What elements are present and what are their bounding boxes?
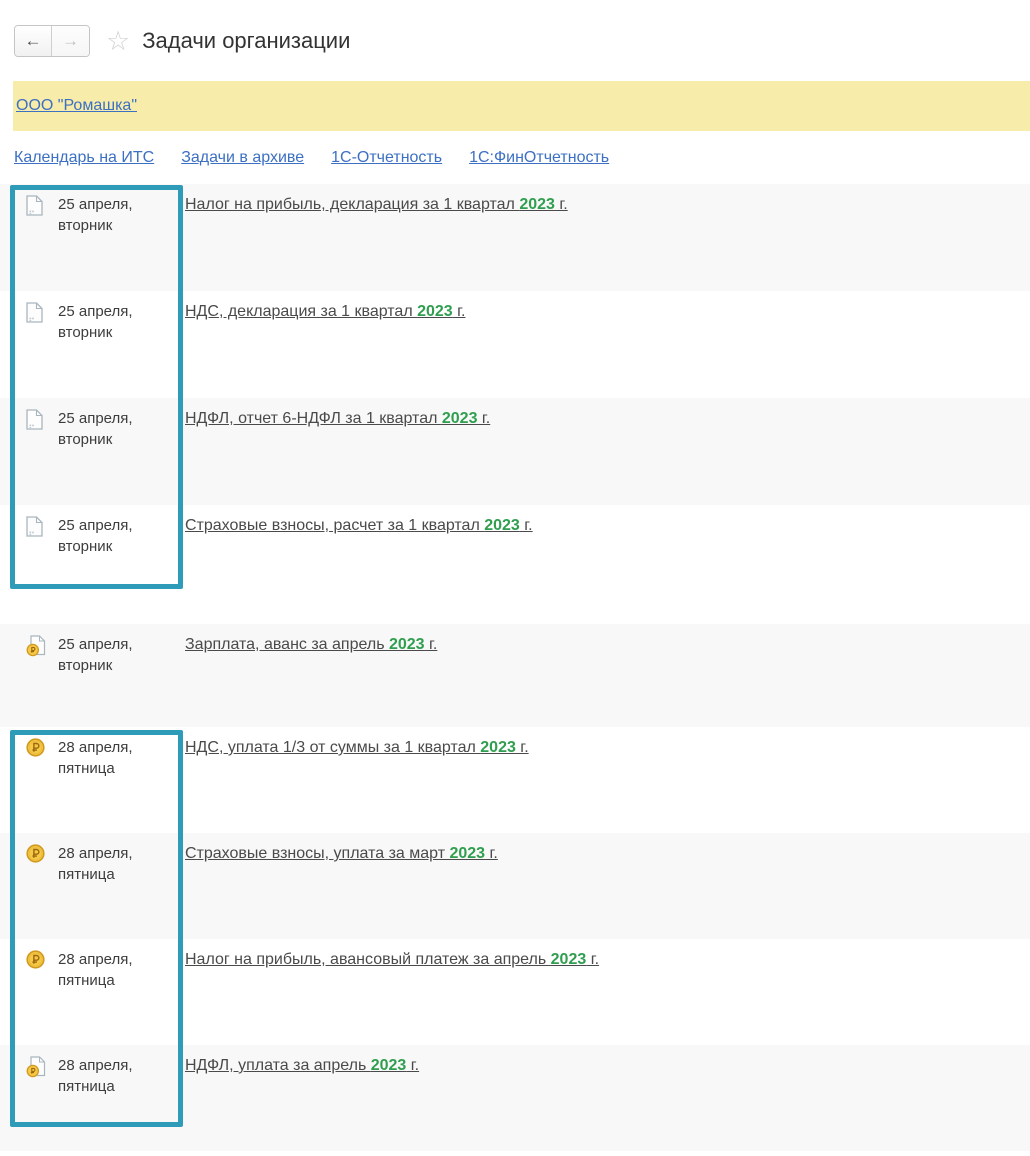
task-row: 25 апреля,вторник Налог на прибыль, декл… [0, 184, 1030, 291]
task-link[interactable]: НДФЛ, уплата за апрель 2023 г. [185, 1055, 419, 1076]
task-year: 2023 [389, 636, 425, 653]
task-row: 28 апреля,пятница НДФЛ, уплата за апрель… [0, 1045, 1030, 1151]
task-year: 2023 [484, 517, 520, 534]
task-year: 2023 [519, 196, 555, 213]
task-link[interactable]: НДС, декларация за 1 квартал 2023 г. [185, 301, 465, 322]
group-separator [0, 612, 1030, 624]
ruble-coin-icon [26, 950, 46, 974]
task-link[interactable]: НДФЛ, отчет 6-НДФЛ за 1 квартал 2023 г. [185, 408, 490, 429]
task-date: 25 апреля,вторник [58, 301, 144, 343]
task-link[interactable]: Страховые взносы, расчет за 1 квартал 20… [185, 515, 533, 536]
link-archived-tasks[interactable]: Задачи в архиве [181, 149, 304, 167]
task-row: 28 апреля,пятница НДС, уплата 1/3 от сум… [0, 727, 1030, 833]
task-date: 28 апреля,пятница [58, 843, 144, 885]
document-ruble-icon [26, 635, 46, 662]
link-calendar-its[interactable]: Календарь на ИТС [14, 149, 154, 167]
report-document-icon [26, 516, 46, 542]
task-row: 28 апреля,пятница Налог на прибыль, аван… [0, 939, 1030, 1045]
task-date: 28 апреля,пятница [58, 1055, 144, 1097]
task-date: 28 апреля,пятница [58, 949, 144, 991]
task-year: 2023 [480, 739, 516, 756]
history-nav-group: ← → [14, 25, 90, 57]
task-row: 25 апреля,вторник Страховые взносы, расч… [0, 505, 1030, 612]
report-document-icon [26, 302, 46, 328]
task-date: 28 апреля,пятница [58, 737, 144, 779]
organization-link[interactable]: ООО "Ромашка" [16, 97, 137, 115]
task-row: 25 апреля,вторник НДФЛ, отчет 6-НДФЛ за … [0, 398, 1030, 505]
page-title: Задачи организации [142, 28, 350, 54]
report-document-icon [26, 195, 46, 221]
task-year: 2023 [551, 951, 587, 968]
task-link[interactable]: Страховые взносы, уплата за март 2023 г. [185, 843, 498, 864]
task-list: 25 апреля,вторник Налог на прибыль, декл… [0, 184, 1030, 1151]
service-links-row: Календарь на ИТС Задачи в архиве 1С-Отче… [0, 131, 1030, 184]
task-row: 25 апреля,вторник НДС, декларация за 1 к… [0, 291, 1030, 398]
task-year: 2023 [371, 1057, 407, 1074]
task-link[interactable]: НДС, уплата 1/3 от суммы за 1 квартал 20… [185, 737, 529, 758]
back-button[interactable]: ← [15, 26, 52, 56]
task-link[interactable]: Налог на прибыль, авансовый платеж за ап… [185, 949, 599, 970]
favorite-star-icon[interactable]: ☆ [106, 28, 130, 55]
task-link[interactable]: Зарплата, аванс за апрель 2023 г. [185, 634, 437, 655]
task-year: 2023 [417, 303, 453, 320]
task-year: 2023 [449, 845, 485, 862]
task-date: 25 апреля,вторник [58, 515, 144, 557]
task-date: 25 апреля,вторник [58, 408, 144, 450]
task-row: 25 апреля,вторник Зарплата, аванс за апр… [0, 624, 1030, 727]
document-ruble-icon [26, 1056, 46, 1083]
report-document-icon [26, 409, 46, 435]
ruble-coin-icon [26, 738, 46, 762]
ruble-coin-icon [26, 844, 46, 868]
window-header: ← → ☆ Задачи организации [0, 0, 1030, 65]
task-row: 28 апреля,пятница Страховые взносы, упла… [0, 833, 1030, 939]
task-link[interactable]: Налог на прибыль, декларация за 1 кварта… [185, 194, 568, 215]
task-date: 25 апреля,вторник [58, 634, 144, 676]
link-1c-finreporting[interactable]: 1С:ФинОтчетность [469, 149, 609, 167]
forward-button[interactable]: → [52, 26, 89, 56]
organization-bar: ООО "Ромашка" [13, 81, 1030, 131]
link-1c-reporting[interactable]: 1С-Отчетность [331, 149, 442, 167]
task-date: 25 апреля,вторник [58, 194, 144, 236]
task-year: 2023 [442, 410, 478, 427]
